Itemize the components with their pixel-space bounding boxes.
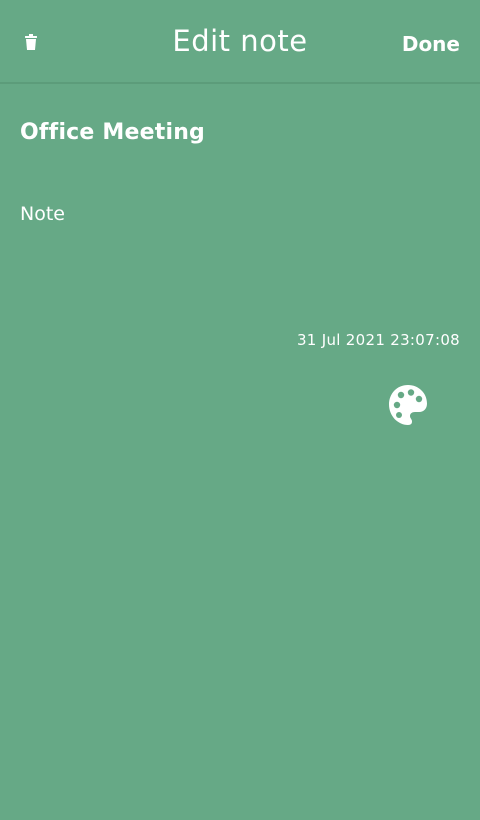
color-palette-button[interactable] (388, 384, 428, 426)
app-bar: Edit note Done (0, 0, 480, 84)
palette-icon (389, 385, 427, 425)
note-timestamp: 31 Jul 2021 23:07:08 (296, 331, 460, 349)
note-body-field[interactable]: Note (20, 203, 65, 225)
note-title-field[interactable]: Office Meeting (20, 120, 205, 145)
done-button[interactable]: Done (402, 32, 460, 56)
